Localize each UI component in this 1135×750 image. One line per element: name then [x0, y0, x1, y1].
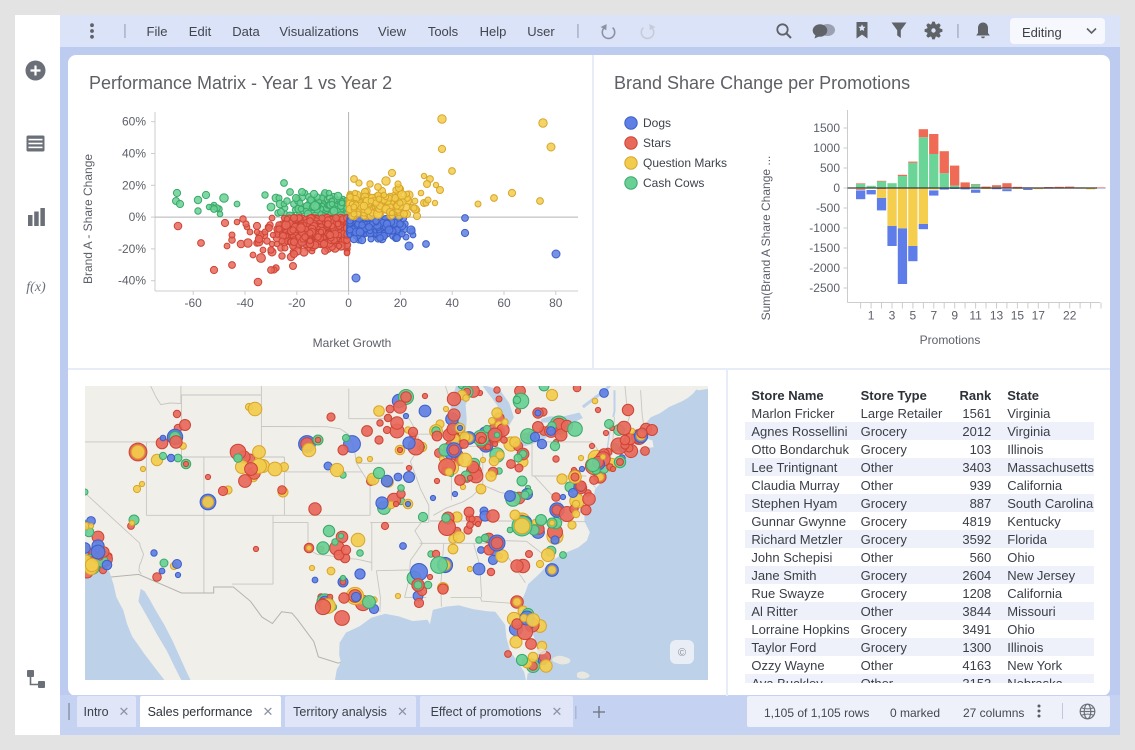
svg-text:-1500: -1500 [809, 241, 840, 255]
svg-text:-40%: -40% [118, 274, 146, 288]
svg-text:40%: 40% [122, 147, 146, 161]
svg-text:Promotions: Promotions [920, 333, 981, 347]
svg-text:-2000: -2000 [809, 261, 840, 275]
svg-text:Dogs: Dogs [643, 116, 671, 130]
svg-text:11: 11 [969, 309, 982, 323]
svg-text:-40: -40 [236, 296, 254, 310]
svg-text:22: 22 [1063, 309, 1077, 323]
svg-text:15: 15 [1011, 309, 1025, 323]
svg-text:-2500: -2500 [809, 281, 840, 295]
svg-text:9: 9 [951, 309, 958, 323]
svg-text:Brand A - Share Change: Brand A - Share Change [81, 154, 95, 284]
svg-text:1000: 1000 [813, 141, 840, 155]
svg-text:-500: -500 [816, 201, 840, 215]
svg-text:3: 3 [889, 309, 896, 323]
svg-text:60%: 60% [122, 115, 146, 129]
svg-text:©: © [678, 647, 686, 659]
svg-text:60: 60 [497, 296, 511, 310]
svg-text:1: 1 [868, 309, 875, 323]
svg-text:Question Marks: Question Marks [643, 156, 727, 170]
svg-text:13: 13 [990, 309, 1004, 323]
svg-text:0: 0 [345, 296, 352, 310]
svg-text:Market Growth: Market Growth [313, 336, 392, 350]
svg-text:-60: -60 [185, 296, 203, 310]
svg-text:Stars: Stars [643, 136, 671, 150]
svg-text:40: 40 [446, 296, 460, 310]
svg-text:20%: 20% [122, 178, 146, 192]
svg-text:7: 7 [930, 309, 937, 323]
svg-text:1500: 1500 [813, 121, 840, 135]
svg-text:-20: -20 [288, 296, 306, 310]
svg-text:17: 17 [1032, 309, 1046, 323]
svg-text:-20%: -20% [118, 242, 146, 256]
svg-text:Sum(Brand A Share Change ...: Sum(Brand A Share Change ... [759, 156, 773, 321]
svg-text:80: 80 [549, 296, 563, 310]
svg-text:0: 0 [833, 181, 840, 195]
svg-text:-1000: -1000 [809, 221, 840, 235]
svg-text:0%: 0% [129, 210, 147, 224]
svg-text:5: 5 [910, 309, 917, 323]
svg-text:500: 500 [820, 161, 840, 175]
svg-text:20: 20 [394, 296, 408, 310]
svg-text:Cash Cows: Cash Cows [643, 176, 704, 190]
